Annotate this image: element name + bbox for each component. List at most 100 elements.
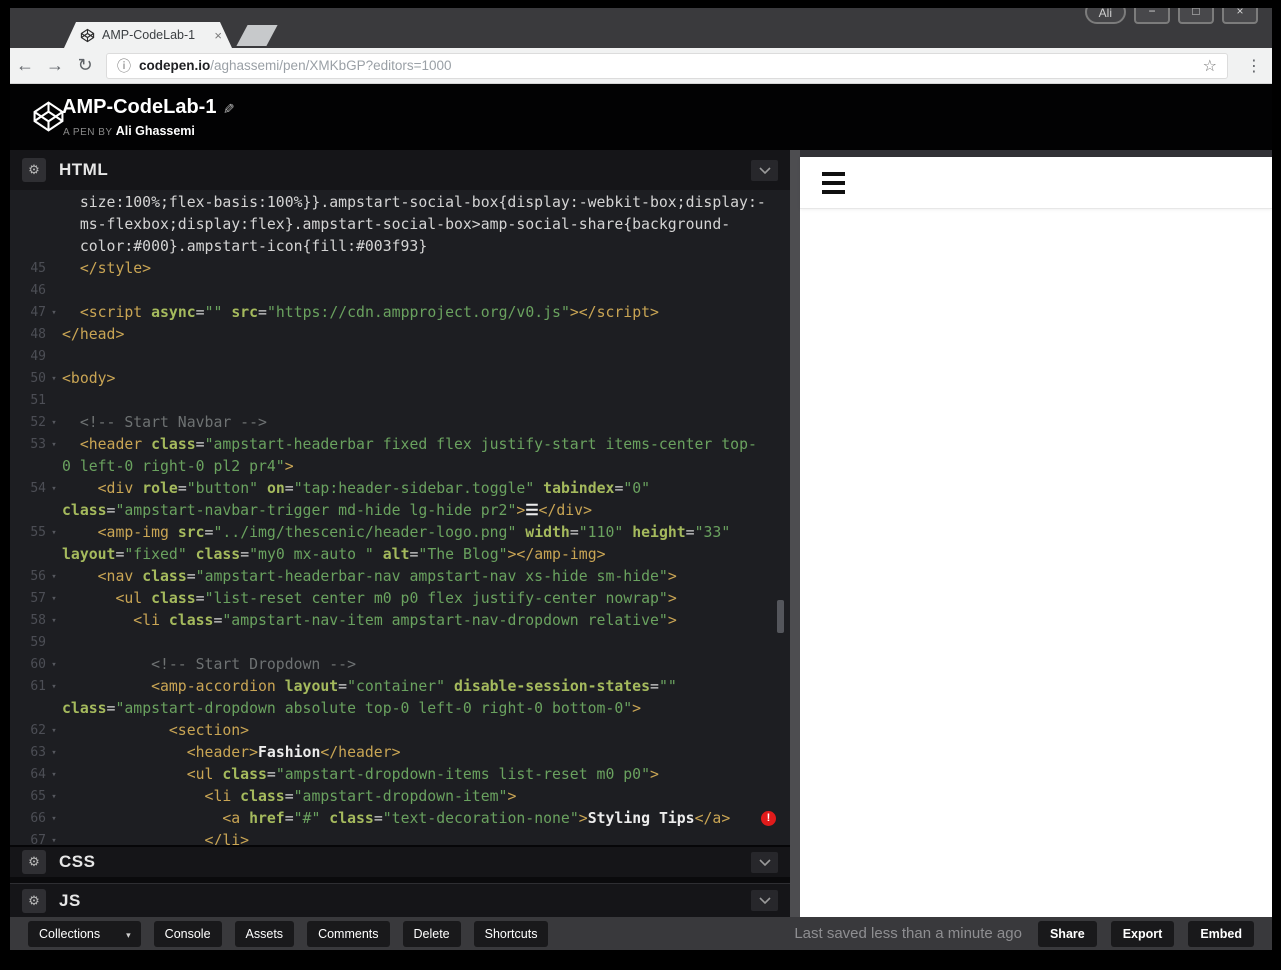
- fold-arrow-icon[interactable]: ▾: [46, 412, 62, 434]
- code-line[interactable]: 59: [10, 632, 790, 654]
- code-line[interactable]: 48 </head>: [10, 324, 790, 346]
- fold-arrow-icon[interactable]: ▾: [46, 566, 62, 588]
- code-line[interactable]: size:100%;flex-basis:100%}}.ampstart-soc…: [10, 192, 790, 214]
- code-line[interactable]: 58 ▾ <li class="ampstart-nav-item ampstar…: [10, 610, 790, 632]
- code-line[interactable]: class="ampstart-navbar-trigger md-hide l…: [10, 500, 790, 522]
- minimize-button[interactable]: −: [1134, 8, 1170, 24]
- footer-button-delete[interactable]: Delete: [402, 920, 461, 947]
- fold-arrow-icon[interactable]: ▾: [46, 434, 62, 456]
- code-line[interactable]: 46: [10, 280, 790, 302]
- address-bar[interactable]: ⓘ codepen.io/aghassemi/pen/XMKbGP?editor…: [106, 52, 1228, 79]
- code-line[interactable]: 50 ▾ <body>: [10, 368, 790, 390]
- line-number: [10, 456, 46, 478]
- url-path: /aghassemi/pen/XMKbGP?editors=1000: [210, 58, 452, 73]
- line-number: 53: [30, 437, 46, 452]
- pen-author-link[interactable]: Ali Ghassemi: [116, 124, 195, 138]
- footer-button-collections[interactable]: Collections ▾: [28, 920, 141, 947]
- fold-arrow-icon[interactable]: ▾: [46, 522, 62, 544]
- fold-arrow-icon[interactable]: ▾: [46, 764, 62, 786]
- html-code-editor[interactable]: size:100%;flex-basis:100%}}.ampstart-soc…: [10, 190, 790, 845]
- code-text: <script async="" src="https://cdn.amppro…: [62, 304, 659, 321]
- tab-close-icon[interactable]: ×: [214, 28, 222, 43]
- html-settings-gear-icon[interactable]: ⚙: [22, 158, 46, 182]
- code-line[interactable]: 63 ▾ <header>Fashion</header>: [10, 742, 790, 764]
- fold-arrow-icon[interactable]: ▾: [46, 742, 62, 764]
- browser-tab[interactable]: AMP-CodeLab-1 ×: [64, 22, 232, 48]
- js-collapse-button[interactable]: [751, 890, 778, 911]
- footer-button-shortcuts[interactable]: Shortcuts: [473, 920, 549, 947]
- code-line[interactable]: 51: [10, 390, 790, 412]
- code-line[interactable]: 53 ▾ <header class="ampstart-headerbar fi…: [10, 434, 790, 456]
- profile-button[interactable]: Ali: [1084, 8, 1126, 24]
- code-line[interactable]: 45 </style>: [10, 258, 790, 280]
- code-line[interactable]: 64 ▾ <ul class="ampstart-dropdown-items l…: [10, 764, 790, 786]
- code-line[interactable]: 61 ▾ <amp-accordion layout="container" di…: [10, 676, 790, 698]
- code-line[interactable]: 52 ▾ <!-- Start Navbar -->: [10, 412, 790, 434]
- css-settings-gear-icon[interactable]: ⚙: [22, 850, 46, 874]
- code-line[interactable]: layout="fixed" class="my0 mx-auto " alt=…: [10, 544, 790, 566]
- css-panel-header[interactable]: ⚙ CSS: [10, 845, 790, 877]
- error-badge-icon[interactable]: !: [761, 811, 776, 826]
- codepen-logo-icon[interactable]: [32, 100, 65, 133]
- html-collapse-button[interactable]: [751, 159, 778, 181]
- code-line[interactable]: 67 ▾ </li>: [10, 830, 790, 845]
- js-panel-header[interactable]: ⚙ JS: [10, 884, 790, 917]
- css-collapse-button[interactable]: [751, 851, 778, 873]
- fold-arrow-icon[interactable]: ▾: [46, 808, 62, 830]
- line-number: [10, 698, 46, 720]
- footer-button-embed[interactable]: Embed: [1188, 920, 1254, 947]
- editor-preview-resizer[interactable]: [790, 150, 800, 917]
- page-info-icon[interactable]: ⓘ: [117, 56, 131, 76]
- fold-arrow-icon[interactable]: ▾: [46, 368, 62, 390]
- code-line[interactable]: 60 ▾ <!-- Start Dropdown -->: [10, 654, 790, 676]
- footer-button-export[interactable]: Export: [1110, 920, 1175, 947]
- fold-arrow-icon[interactable]: ▾: [46, 654, 62, 676]
- code-text: <!-- Start Navbar -->: [62, 414, 267, 431]
- code-line[interactable]: 57 ▾ <ul class="list-reset center m0 p0 f…: [10, 588, 790, 610]
- hamburger-menu-icon[interactable]: [822, 171, 845, 194]
- js-settings-gear-icon[interactable]: ⚙: [22, 888, 46, 913]
- reload-icon[interactable]: ↻: [70, 55, 100, 76]
- fold-arrow-icon[interactable]: ▾: [46, 676, 62, 698]
- footer-button-share[interactable]: Share: [1037, 920, 1097, 947]
- footer-button-console[interactable]: Console: [153, 920, 222, 947]
- pen-title: AMP-CodeLab-1 ✎: [62, 96, 237, 118]
- fold-arrow-icon[interactable]: ▾: [46, 830, 62, 845]
- code-line[interactable]: 0 left-0 right-0 pl2 pr4">: [10, 456, 790, 478]
- edit-pencil-icon[interactable]: ✎: [220, 103, 237, 115]
- code-line[interactable]: 66 ▾ <a href="#" class="text-decoration-n…: [10, 808, 790, 830]
- code-text: <amp-accordion layout="container" disabl…: [62, 678, 677, 695]
- new-tab-button[interactable]: [236, 25, 278, 46]
- code-line[interactable]: 62 ▾ <section>: [10, 720, 790, 742]
- fold-arrow-icon[interactable]: ▾: [46, 610, 62, 632]
- footer-button-comments[interactable]: Comments: [307, 920, 390, 947]
- bookmark-star-icon[interactable]: ☆: [1203, 56, 1217, 76]
- code-line[interactable]: 49: [10, 346, 790, 368]
- code-line[interactable]: color:#000}.ampstart-icon{fill:#003f93}: [10, 236, 790, 258]
- fold-arrow-icon[interactable]: ▾: [46, 786, 62, 808]
- code-line[interactable]: 55 ▾ <amp-img src="../img/thescenic/heade…: [10, 522, 790, 544]
- code-line[interactable]: 56 ▾ <nav class="ampstart-headerbar-nav a…: [10, 566, 790, 588]
- code-line[interactable]: 54 ▾ <div role="button" on="tap:header-si…: [10, 478, 790, 500]
- browser-menu-icon[interactable]: ⋮: [1238, 56, 1272, 76]
- codepen-header: AMP-CodeLab-1✎ A PEN BY Ali Ghassemi Sav…: [10, 84, 1272, 223]
- fold-arrow-icon[interactable]: ▾: [46, 588, 62, 610]
- code-line[interactable]: class="ampstart-dropdown absolute top-0 …: [10, 698, 790, 720]
- pen-byline: A PEN BY Ali Ghassemi: [63, 124, 195, 138]
- html-panel-header[interactable]: ⚙ HTML: [10, 150, 790, 190]
- fold-arrow-icon[interactable]: ▾: [46, 720, 62, 742]
- editor-scrollbar-thumb[interactable]: [777, 600, 784, 633]
- code-line[interactable]: ms-flexbox;display:flex}.ampstart-social…: [10, 214, 790, 236]
- code-line[interactable]: 47 ▾ <script async="" src="https://cdn.am…: [10, 302, 790, 324]
- footer-button-assets[interactable]: Assets: [234, 920, 295, 947]
- line-number: 62: [30, 723, 46, 738]
- code-text: layout="fixed" class="my0 mx-auto " alt=…: [62, 546, 606, 563]
- code-line[interactable]: 65 ▾ <li class="ampstart-dropdown-item">: [10, 786, 790, 808]
- close-window-button[interactable]: ×: [1222, 8, 1258, 24]
- fold-arrow-icon[interactable]: ▾: [46, 302, 62, 324]
- maximize-button[interactable]: □: [1178, 8, 1214, 24]
- back-icon[interactable]: ←: [10, 55, 40, 76]
- forward-icon[interactable]: →: [40, 55, 70, 76]
- fold-arrow-icon[interactable]: ▾: [46, 478, 62, 500]
